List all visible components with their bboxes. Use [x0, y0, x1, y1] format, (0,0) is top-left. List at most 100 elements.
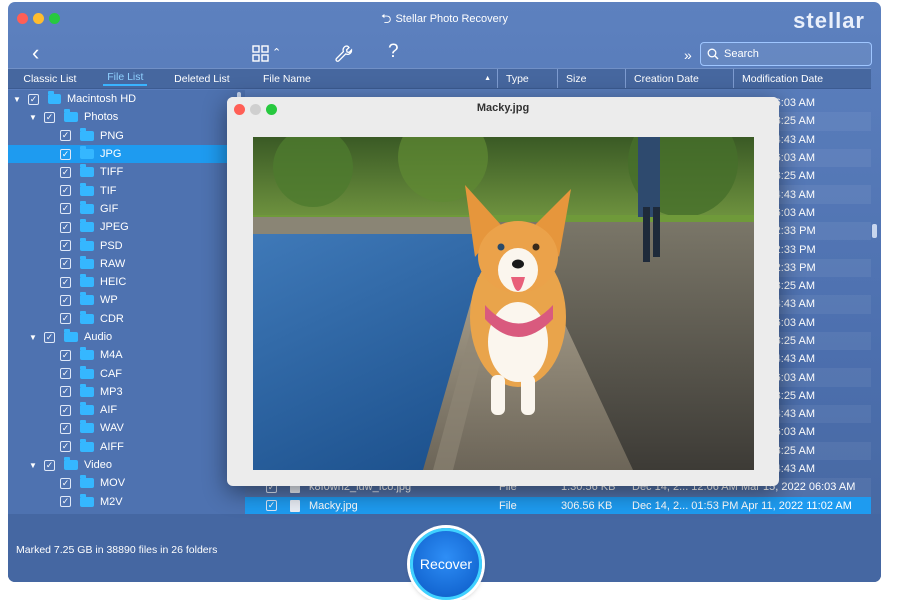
tree-checkbox[interactable]: ✓ [60, 349, 71, 361]
tree-item[interactable]: ✓ JPG [8, 144, 245, 164]
column-file-name[interactable]: File Name ▲ [245, 69, 498, 88]
tree-checkbox[interactable]: ✓ [60, 368, 71, 380]
tab-classic-list[interactable]: Classic List [19, 73, 80, 85]
expand-arrow-icon[interactable]: ▼ [12, 95, 22, 104]
column-modification-date[interactable]: Modification Date [734, 69, 871, 88]
row-checkbox[interactable]: ✓ [266, 500, 277, 512]
tree-checkbox[interactable]: ✓ [60, 221, 71, 233]
tree-checkbox[interactable]: ✓ [60, 313, 71, 325]
window-title-bar: ⮌ Stellar Photo Recovery [8, 10, 881, 32]
tab-deleted-list[interactable]: Deleted List [170, 73, 233, 85]
tree-item[interactable]: ✓ TIFF [8, 163, 245, 181]
tree-item[interactable]: ✓ M4A [8, 346, 245, 364]
sort-ascending-icon: ▲ [484, 75, 491, 82]
folder-tree: ▼ ✓ Macintosh HD ▼ ✓ Photos ✓ PNG ✓ JPG ✓ TIFF ✓ TIF ✓… [8, 90, 245, 514]
table-row-selected[interactable]: ✓ Macky.jpg File 306.56 KB Dec 14, 2... 01:5… [245, 496, 871, 514]
tree-item[interactable]: ▼ ✓ Audio [8, 328, 245, 346]
tree-checkbox[interactable]: ✓ [60, 496, 71, 508]
tree-item-label: WAV [100, 422, 124, 435]
tree-item-label: CDR [100, 312, 124, 325]
tree-item[interactable]: ✓ M2V [8, 493, 245, 511]
file-size-cell: 306.56 KB [561, 499, 613, 512]
expand-arrow-icon[interactable]: ▼ [28, 333, 38, 342]
folder-icon [80, 402, 94, 416]
brand-logo: stellar [793, 8, 865, 33]
tree-checkbox[interactable]: ✓ [60, 276, 71, 288]
tree-item[interactable]: ✓ PSD [8, 236, 245, 254]
tree-checkbox[interactable]: ✓ [60, 294, 71, 306]
tree-item-label: TIFF [100, 166, 124, 179]
tree-item[interactable]: ✓ GIF [8, 200, 245, 218]
tree-checkbox[interactable]: ✓ [60, 166, 71, 178]
column-creation-date[interactable]: Creation Date [626, 69, 734, 88]
help-icon[interactable]: ? [388, 42, 399, 61]
recover-button[interactable]: Recover [410, 528, 482, 600]
tree-checkbox[interactable]: ✓ [44, 331, 55, 343]
tree-checkbox[interactable]: ✓ [60, 477, 71, 489]
view-tabs: Classic List File List Deleted List [8, 68, 245, 89]
tree-checkbox[interactable]: ✓ [60, 422, 71, 434]
tree-checkbox[interactable]: ✓ [60, 203, 71, 215]
tree-item[interactable]: ✓ HEIC [8, 273, 245, 291]
tree-item[interactable]: ✓ WAV [8, 419, 245, 437]
wrench-icon[interactable] [334, 44, 354, 67]
column-size[interactable]: Size [558, 69, 626, 88]
tree-item[interactable]: ✓ MOV [8, 474, 245, 492]
tree-item-label: JPEG [100, 221, 129, 234]
tree-checkbox[interactable]: ✓ [60, 148, 71, 160]
column-type[interactable]: Type [498, 69, 558, 88]
folder-icon [80, 274, 94, 288]
tree-item[interactable]: ✓ CAF [8, 364, 245, 382]
tree-checkbox[interactable]: ✓ [60, 130, 71, 142]
tree-item-label: MP3 [100, 385, 123, 398]
folder-icon [80, 200, 94, 214]
tree-item[interactable]: ✓ JPEG [8, 218, 245, 236]
tree-item[interactable]: ✓ RAW [8, 255, 245, 273]
folder-icon [64, 109, 78, 123]
tree-checkbox[interactable]: ✓ [60, 258, 71, 270]
tree-item[interactable]: ▼ ✓ Macintosh HD [8, 90, 245, 108]
tree-item[interactable]: ✓ CDR [8, 310, 245, 328]
tree-item[interactable]: ▼ ✓ Video [8, 456, 245, 474]
tree-checkbox[interactable]: ✓ [60, 240, 71, 252]
tree-checkbox[interactable]: ✓ [60, 441, 71, 453]
tree-item[interactable]: ✓ AIF [8, 401, 245, 419]
search-input[interactable] [724, 48, 864, 60]
tree-item-label: AIF [100, 404, 118, 417]
folder-icon [80, 292, 94, 306]
tree-item[interactable]: ✓ TIF [8, 181, 245, 199]
search-box[interactable] [700, 42, 872, 66]
expand-arrow-icon[interactable]: ▼ [28, 461, 38, 470]
tree-item[interactable]: ✓ MP3 [8, 383, 245, 401]
folder-icon [80, 438, 94, 452]
modification-date-cell: Apr 11, 2022 11:02 AM [741, 499, 852, 512]
tree-item[interactable]: ✓ PNG [8, 127, 245, 145]
folder-icon [80, 127, 94, 141]
tree-checkbox[interactable]: ✓ [28, 93, 39, 105]
tree-item[interactable]: ✓ AIFF [8, 438, 245, 456]
folder-icon [80, 493, 94, 507]
tree-checkbox[interactable]: ✓ [60, 386, 71, 398]
tree-checkbox[interactable]: ✓ [60, 404, 71, 416]
double-chevron-icon[interactable]: » [684, 46, 692, 64]
folder-icon [64, 457, 78, 471]
folder-icon [80, 146, 94, 160]
search-icon [707, 48, 719, 60]
tree-checkbox[interactable]: ✓ [44, 111, 55, 123]
tree-checkbox[interactable]: ✓ [44, 459, 55, 471]
folder-icon [80, 164, 94, 178]
tree-item-label: Photos [84, 111, 119, 124]
tree-item-label: M4A [100, 349, 123, 362]
expand-arrow-icon[interactable]: ▼ [28, 113, 38, 122]
tree-item[interactable]: ✓ WP [8, 291, 245, 309]
tree-item-label: Audio [84, 331, 113, 343]
file-list-scrollbar[interactable] [872, 224, 877, 238]
tree-checkbox[interactable]: ✓ [60, 185, 71, 197]
preview-title-bar: Macky.jpg [227, 97, 779, 121]
back-arrow-icon[interactable]: ‹ [32, 42, 39, 64]
tree-item-label: CAF [100, 367, 122, 380]
tree-item[interactable]: ▼ ✓ Photos [8, 108, 245, 126]
grid-view-icon[interactable] [252, 45, 270, 66]
file-type-cell: File [499, 499, 517, 512]
tab-file-list[interactable]: File List [103, 71, 148, 86]
